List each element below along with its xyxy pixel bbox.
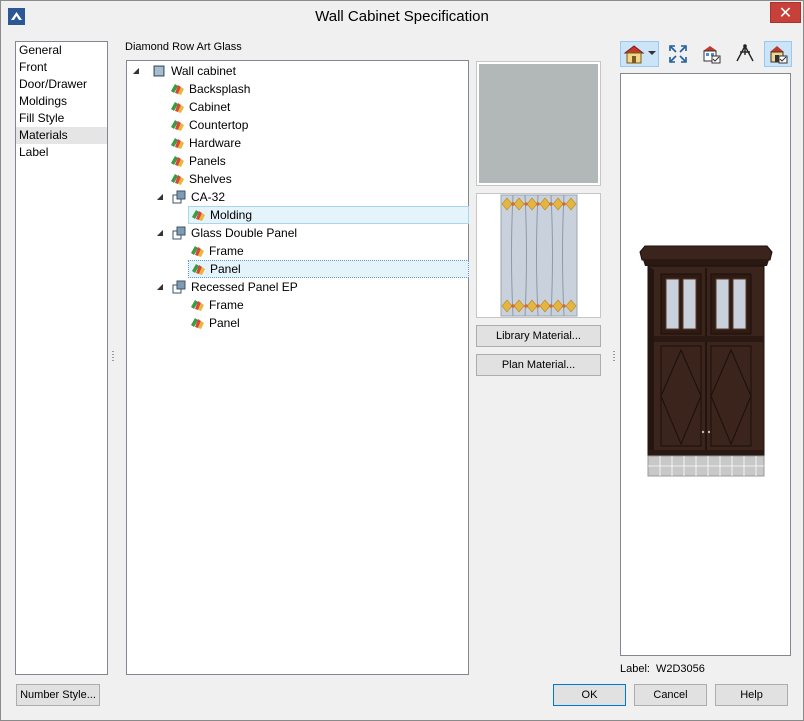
materials-tree: ◢ Wall cabinet Backsplash Cabinet Counte… (126, 60, 469, 675)
tree-item-label: Shelves (189, 172, 232, 186)
tree-item-label: Backsplash (189, 82, 251, 96)
splitter-grip-right[interactable] (613, 351, 615, 363)
expand-icon[interactable]: ◢ (155, 228, 165, 238)
material-icon (171, 102, 184, 113)
material-icon (171, 84, 184, 95)
tree-item-frame[interactable]: Frame (189, 296, 244, 314)
close-button[interactable]: ✕ (770, 2, 801, 23)
tree-item-cabinet[interactable]: Cabinet (169, 98, 230, 116)
nav-item-front[interactable]: Front (16, 59, 107, 76)
tree-item-label: Wall cabinet (171, 64, 236, 78)
tree-item-panels[interactable]: Panels (169, 152, 226, 170)
nav-item-materials[interactable]: Materials (16, 127, 107, 144)
house-view-icon (623, 45, 656, 64)
tree-item-wall-cabinet[interactable]: ◢ Wall cabinet (133, 62, 236, 80)
tree-item-label: Frame (209, 244, 244, 258)
library-material-button[interactable]: Library Material... (476, 325, 601, 347)
tree-item-label: Cabinet (189, 100, 231, 114)
cabinet-3d-preview[interactable] (620, 73, 791, 656)
tree-item-countertop[interactable]: Countertop (169, 116, 248, 134)
nav-item-moldings[interactable]: Moldings (16, 93, 107, 110)
cube-icon (153, 65, 165, 77)
material-icon (191, 318, 204, 329)
ok-button[interactable]: OK (553, 684, 626, 706)
material-icon (171, 174, 184, 185)
material-icon (171, 138, 184, 149)
help-button[interactable]: Help (715, 684, 788, 706)
material-icon (171, 120, 184, 131)
tree-item-label: Countertop (189, 118, 249, 132)
camera-settings-icon (703, 46, 721, 64)
fit-window-icon (669, 45, 687, 63)
tree-item-label: Frame (209, 298, 244, 312)
wall-cabinet-image (639, 245, 773, 477)
material-color-swatch (476, 61, 601, 186)
cabinet-label-line: Label: W2D3056 (620, 663, 711, 675)
expand-icon[interactable]: ◢ (155, 282, 165, 292)
nav-item-fill-style[interactable]: Fill Style (16, 110, 107, 127)
nav-item-label[interactable]: Label (16, 144, 107, 161)
fit-window-button[interactable] (664, 41, 692, 67)
tree-item-hardware[interactable]: Hardware (169, 134, 241, 152)
component-icon (172, 280, 186, 294)
tree-item-label: Panel (210, 262, 241, 276)
tree-item-backsplash[interactable]: Backsplash (169, 80, 250, 98)
tree-item-label: Panels (189, 154, 226, 168)
swatch-fill (479, 64, 598, 183)
nav-item-door-drawer[interactable]: Door/Drawer (16, 76, 107, 93)
art-glass-texture (500, 194, 578, 317)
tree-item-molding[interactable]: Molding (188, 206, 469, 224)
tree-item-glass-double-panel[interactable]: ◢ Glass Double Panel (155, 224, 297, 242)
splitter-grip-left[interactable] (112, 351, 114, 363)
tree-item-label: Recessed Panel EP (191, 280, 298, 294)
house-view-button[interactable] (620, 41, 659, 67)
nav-item-general[interactable]: General (16, 42, 107, 59)
window-title: Wall Cabinet Specification (315, 8, 489, 25)
material-texture-preview (476, 193, 601, 318)
tree-item-label: CA-32 (191, 190, 226, 204)
category-list: General Front Door/Drawer Moldings Fill … (15, 41, 108, 675)
plan-material-button[interactable]: Plan Material... (476, 354, 601, 376)
tree-item-recessed-panel-ep[interactable]: ◢ Recessed Panel EP (155, 278, 298, 296)
tree-item-shelves[interactable]: Shelves (169, 170, 232, 188)
material-icon (191, 246, 204, 257)
tree-item-panel[interactable]: Panel (189, 314, 240, 332)
tree-item-label: Hardware (189, 136, 242, 150)
tree-item-ca-32[interactable]: ◢ CA-32 (155, 188, 225, 206)
tree-item-frame[interactable]: Frame (189, 242, 244, 260)
tree-item-panel-selected[interactable]: Panel (188, 260, 469, 278)
dialog-window: Wall Cabinet Specification ✕ General Fro… (0, 0, 804, 721)
current-material-name: Diamond Row Art Glass (125, 41, 242, 53)
render-options-icon (770, 46, 788, 64)
render-options-button[interactable] (764, 41, 792, 67)
label-caption: Label: (620, 663, 650, 675)
close-icon: ✕ (778, 4, 793, 22)
expand-icon[interactable]: ◢ (131, 66, 141, 76)
tree-item-label: Glass Double Panel (191, 226, 298, 240)
expand-icon[interactable]: ◢ (155, 192, 165, 202)
tree-item-label: Panel (209, 316, 240, 330)
number-style-button[interactable]: Number Style... (16, 684, 100, 706)
perspective-icon (736, 44, 754, 62)
title-bar: Wall Cabinet Specification ✕ (1, 1, 803, 32)
material-icon (192, 264, 205, 275)
component-icon (172, 190, 186, 204)
tree-item-label: Molding (210, 208, 253, 222)
perspective-button[interactable] (731, 41, 759, 67)
component-icon (172, 226, 186, 240)
material-icon (171, 156, 184, 167)
camera-settings-button[interactable] (697, 41, 725, 67)
material-icon (192, 210, 205, 221)
label-value: W2D3056 (655, 663, 705, 675)
material-icon (191, 300, 204, 311)
cancel-button[interactable]: Cancel (634, 684, 707, 706)
